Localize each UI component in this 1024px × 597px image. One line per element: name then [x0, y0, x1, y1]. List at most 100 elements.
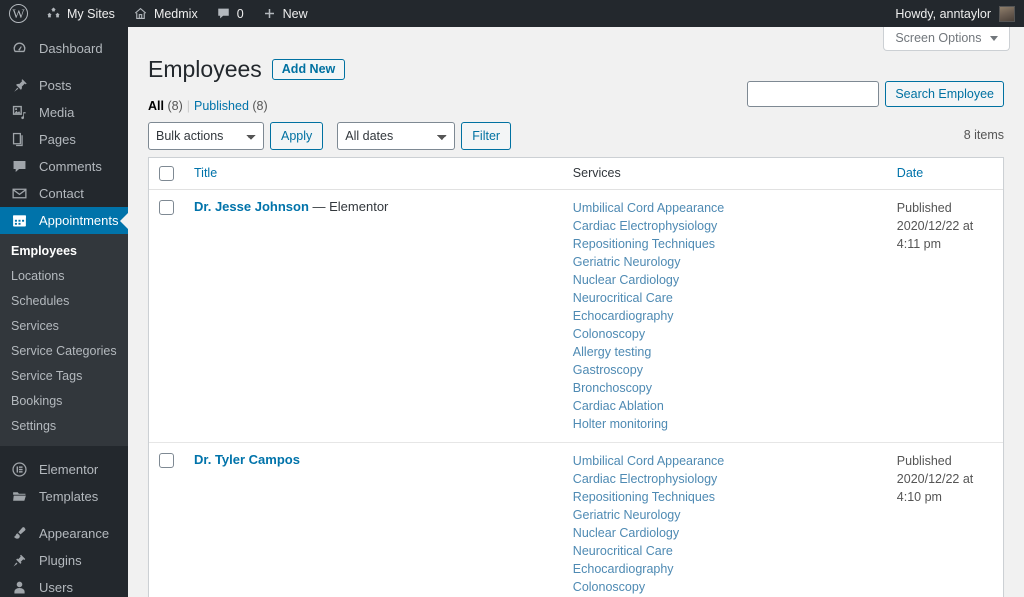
submenu-item-service-tags[interactable]: Service Tags — [0, 364, 128, 389]
service-link[interactable]: Umbilical Cord Appearance — [573, 452, 877, 470]
apply-button[interactable]: Apply — [270, 121, 324, 150]
status-filter-published: Published (8) — [194, 99, 268, 113]
sort-by-title-link[interactable]: Title — [194, 166, 217, 180]
service-link[interactable]: Cardiac Electrophysiology — [573, 470, 877, 488]
pages-icon — [11, 131, 31, 148]
search-employee-button[interactable]: Search Employee — [885, 81, 1004, 107]
service-link[interactable]: Geriatric Neurology — [573, 253, 877, 271]
status-filter-published-count: (8) — [252, 98, 268, 113]
submenu-item-label: Schedules — [11, 294, 70, 308]
sidebar-item-dashboard[interactable]: Dashboard — [0, 35, 128, 62]
appointments-submenu: Employees Locations Schedules Services S… — [0, 234, 128, 446]
sidebar-item-plugins[interactable]: Plugins — [0, 547, 128, 574]
sidebar-item-elementor[interactable]: Elementor — [0, 456, 128, 483]
howdy-label: Howdy, anntaylor — [895, 6, 991, 21]
sidebar-item-comments[interactable]: Comments — [0, 153, 128, 180]
envelope-icon — [11, 185, 31, 202]
admin-bar-label: My Sites — [67, 6, 115, 21]
row-checkbox[interactable] — [159, 200, 174, 216]
submenu-item-schedules[interactable]: Schedules — [0, 289, 128, 314]
admin-bar-label: New — [282, 6, 308, 21]
row-checkbox[interactable] — [159, 453, 174, 469]
comment-bubble-icon — [216, 6, 231, 21]
service-link[interactable]: Umbilical Cord Appearance — [573, 199, 877, 217]
submenu-item-label: Employees — [11, 244, 78, 258]
date-filter-group: All dates Filter — [337, 121, 512, 150]
sort-by-date-link[interactable]: Date — [897, 166, 923, 180]
wordpress-logo-menu[interactable] — [0, 0, 37, 27]
service-link[interactable]: Repositioning Techniques — [573, 488, 877, 506]
bulk-actions-group: Bulk actions Apply — [148, 121, 324, 150]
service-link[interactable]: Cardiac Electrophysiology — [573, 217, 877, 235]
submenu-item-bookings[interactable]: Bookings — [0, 389, 128, 414]
screen-meta-links: Screen Options — [883, 27, 1010, 51]
service-link[interactable]: Neurocritical Care — [573, 289, 877, 307]
post-state-label: — Elementor — [312, 199, 389, 215]
admin-bar-item-comments[interactable]: 0 — [207, 0, 253, 27]
post-status: Published — [896, 201, 952, 216]
admin-bar-item-site-name[interactable]: Medmix — [124, 0, 207, 27]
status-filter-all-link[interactable]: All — [148, 99, 164, 113]
submenu-item-service-categories[interactable]: Service Categories — [0, 339, 128, 364]
search-input[interactable] — [747, 81, 880, 107]
sidebar-item-appearance[interactable]: Appearance — [0, 520, 128, 547]
submenu-item-settings[interactable]: Settings — [0, 414, 128, 439]
service-link[interactable]: Gastroscopy — [573, 361, 877, 379]
admin-bar-item-new[interactable]: New — [253, 0, 317, 27]
services-list: Umbilical Cord Appearance Cardiac Electr… — [573, 199, 877, 433]
bulk-actions-select[interactable]: Bulk actions — [148, 121, 264, 150]
main-content: Screen Options Employees Add New All (8)… — [128, 27, 1024, 597]
service-link[interactable]: Nuclear Cardiology — [573, 524, 877, 542]
table-nav-top: Bulk actions Apply All dates Filter 8 it… — [148, 121, 1004, 151]
submenu-item-label: Service Tags — [11, 369, 83, 383]
service-link[interactable]: Echocardiography — [573, 307, 877, 325]
sidebar-divider — [0, 446, 128, 456]
status-filter-all-count: (8) — [167, 98, 183, 113]
status-filter-published-link[interactable]: Published — [194, 99, 249, 113]
service-link[interactable]: Echocardiography — [573, 560, 877, 578]
service-link[interactable]: Colonoscopy — [573, 578, 877, 596]
service-link[interactable]: Cardiac Ablation — [573, 397, 877, 415]
submenu-item-employees[interactable]: Employees — [0, 239, 128, 264]
plug-icon — [11, 552, 31, 569]
sidebar-item-pages[interactable]: Pages — [0, 126, 128, 153]
submenu-item-locations[interactable]: Locations — [0, 264, 128, 289]
service-link[interactable]: Allergy testing — [573, 343, 877, 361]
select-all-checkbox[interactable] — [159, 166, 174, 182]
sidebar-item-templates[interactable]: Templates — [0, 483, 128, 510]
screen-options-tab[interactable]: Screen Options — [883, 27, 1010, 51]
post-datetime: 2020/12/22 at 4:11 pm — [896, 219, 974, 252]
date-filter-select[interactable]: All dates — [337, 121, 456, 150]
sidebar-item-label: Users — [39, 580, 73, 595]
sidebar-item-media[interactable]: Media — [0, 99, 128, 126]
service-link[interactable]: Neurocritical Care — [573, 542, 877, 560]
table-head: Title Services Date — [149, 157, 1003, 191]
service-link[interactable]: Repositioning Techniques — [573, 235, 877, 253]
service-link[interactable]: Holter monitoring — [573, 415, 877, 433]
row-date-cell: Published 2020/12/22 at 4:10 pm — [886, 442, 1003, 597]
service-link[interactable]: Colonoscopy — [573, 325, 877, 343]
add-new-button[interactable]: Add New — [271, 59, 346, 81]
employee-title-link[interactable]: Dr. Jesse Johnson — [194, 199, 309, 214]
employee-title-link[interactable]: Dr. Tyler Campos — [194, 452, 300, 467]
services-list: Umbilical Cord Appearance Cardiac Electr… — [573, 452, 877, 597]
home-icon — [133, 6, 148, 21]
submenu-item-services[interactable]: Services — [0, 314, 128, 339]
sidebar-item-posts[interactable]: Posts — [0, 72, 128, 99]
admin-bar-my-account[interactable]: Howdy, anntaylor — [886, 0, 1024, 27]
row-title-cell: Dr. Jesse Johnson — Elementor — [184, 190, 563, 442]
service-link[interactable]: Geriatric Neurology — [573, 506, 877, 524]
service-link[interactable]: Nuclear Cardiology — [573, 271, 877, 289]
sidebar-item-contact[interactable]: Contact — [0, 180, 128, 207]
user-icon — [11, 579, 31, 596]
post-status: Published — [896, 454, 952, 469]
avatar — [999, 5, 1015, 22]
admin-bar-item-my-sites[interactable]: My Sites — [37, 0, 124, 27]
table-body: Dr. Jesse Johnson — Elementor Umbilical … — [149, 190, 1003, 597]
filter-button[interactable]: Filter — [461, 121, 512, 150]
row-select-cell — [149, 190, 184, 442]
table-row: Dr. Tyler Campos Umbilical Cord Appearan… — [149, 442, 1003, 597]
sidebar-item-appointments[interactable]: Appointments — [0, 207, 128, 234]
sidebar-item-users[interactable]: Users — [0, 574, 128, 597]
service-link[interactable]: Bronchoscopy — [573, 379, 877, 397]
